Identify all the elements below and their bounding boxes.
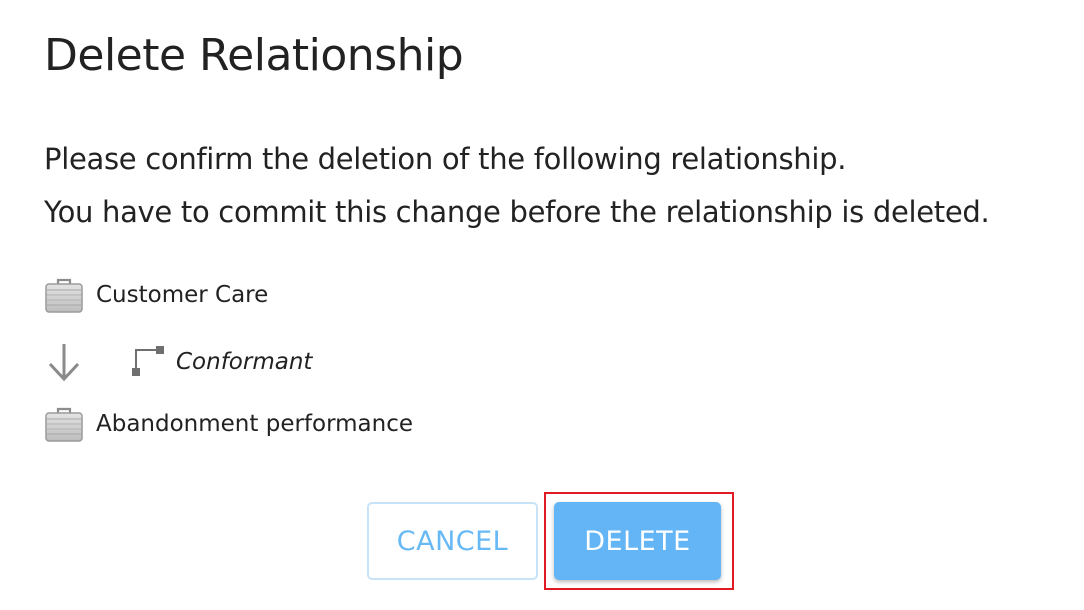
briefcase-icon	[44, 276, 84, 314]
delete-relationship-dialog: Delete Relationship Please confirm the d…	[0, 0, 1084, 610]
briefcase-icon	[44, 405, 84, 443]
dialog-title: Delete Relationship	[44, 30, 464, 81]
source-element-row: Customer Care	[44, 276, 268, 314]
target-element-label: Abandonment performance	[96, 411, 414, 437]
target-element-row: Abandonment performance	[44, 405, 413, 443]
relationship-connector-icon	[130, 344, 166, 380]
cancel-button[interactable]: CANCEL	[367, 502, 538, 580]
relation-type-label: Conformant	[176, 349, 313, 375]
commit-message: You have to commit this change before th…	[44, 195, 990, 229]
source-element-label: Customer Care	[96, 282, 269, 308]
confirm-message: Please confirm the deletion of the follo…	[44, 142, 847, 176]
delete-button[interactable]: DELETE	[554, 502, 721, 580]
relation-row: Conformant	[44, 340, 312, 384]
arrow-down-icon	[44, 340, 84, 384]
